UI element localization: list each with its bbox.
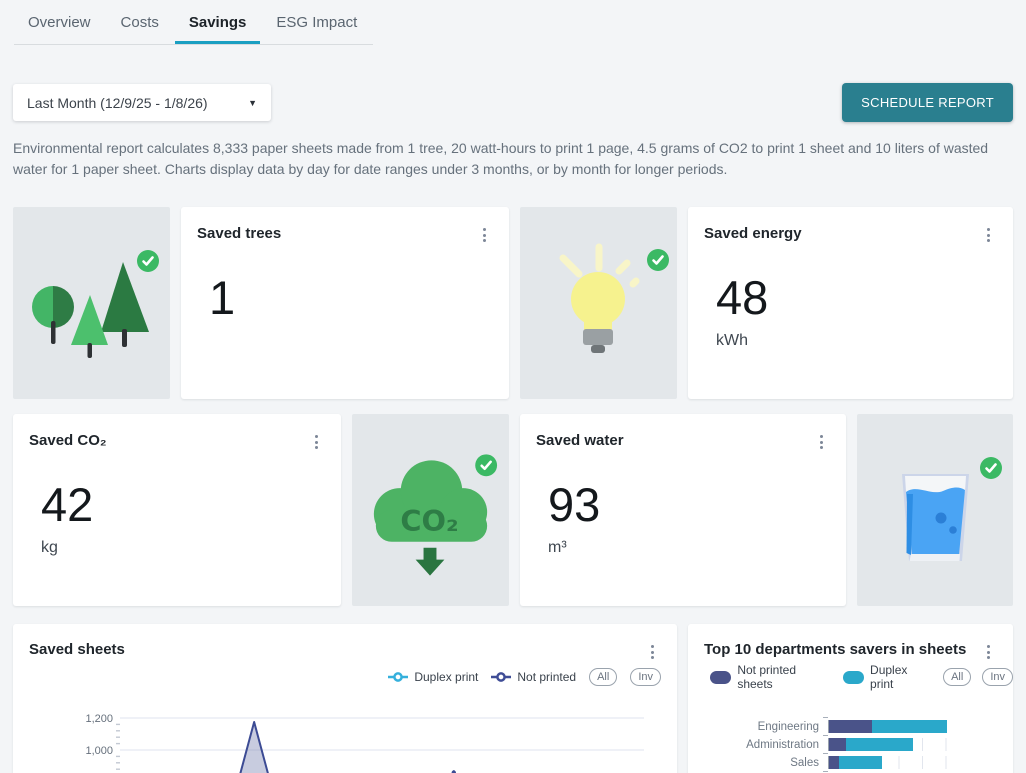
metric-unit: m³ bbox=[548, 539, 830, 557]
top-departments-legend: Not printed sheets Duplex print All Inv bbox=[688, 668, 1013, 686]
esg-dashboard: Overview Costs Savings ESG Impact Last M… bbox=[0, 0, 1026, 773]
saved-co2-card: Saved CO₂ 42 kg bbox=[13, 414, 341, 606]
co2-cloud-illustration: CO₂ bbox=[352, 414, 509, 606]
card-title: Saved trees bbox=[197, 225, 493, 242]
tab-esg-impact[interactable]: ESG Impact bbox=[262, 0, 371, 44]
card-title: Saved water bbox=[536, 432, 830, 449]
check-badge-icon bbox=[647, 249, 669, 271]
metric-value: 93 bbox=[548, 477, 830, 532]
report-description: Environmental report calculates 8,333 pa… bbox=[13, 138, 1003, 180]
bar-segment[interactable] bbox=[846, 738, 913, 751]
card-title: Saved energy bbox=[704, 225, 997, 242]
tab-overview[interactable]: Overview bbox=[14, 0, 105, 44]
energy-illustration-tile bbox=[520, 207, 677, 399]
co2-illustration-tile: CO₂ bbox=[352, 414, 509, 606]
metric-value: 48 bbox=[716, 270, 997, 325]
saved-sheets-card: Saved sheets Duplex print Not printed bbox=[13, 624, 677, 773]
saved-sheets-chart: 1,200 1,000 bbox=[13, 711, 677, 773]
swatch-icon bbox=[710, 671, 731, 684]
check-badge-icon bbox=[475, 454, 497, 476]
dept-bar-row: Sales bbox=[688, 756, 1013, 769]
metric-value: 42 bbox=[41, 477, 325, 532]
dept-label: Administration bbox=[688, 739, 828, 751]
bar-segment[interactable] bbox=[829, 756, 839, 769]
tab-costs[interactable]: Costs bbox=[107, 0, 173, 44]
chart-title: Top 10 departments savers in sheets bbox=[704, 641, 1013, 658]
tab-bar: Overview Costs Savings ESG Impact bbox=[14, 0, 373, 45]
y-tick-label: 1,000 bbox=[85, 745, 113, 757]
kebab-menu-icon[interactable] bbox=[309, 434, 323, 450]
inv-button[interactable]: Inv bbox=[630, 668, 661, 686]
date-range-select[interactable]: Last Month (12/9/25 - 1/8/26) ▼ bbox=[13, 84, 271, 121]
legend-item-duplex-print[interactable]: Duplex print bbox=[388, 670, 478, 684]
bar-segment[interactable] bbox=[839, 756, 882, 769]
metric-unit bbox=[209, 332, 493, 350]
legend-item-duplex-print[interactable]: Duplex print bbox=[843, 663, 932, 691]
tab-savings[interactable]: Savings bbox=[175, 0, 261, 44]
check-badge-icon bbox=[137, 250, 159, 272]
saved-energy-card: Saved energy 48 kWh bbox=[688, 207, 1013, 399]
dept-label: Sales bbox=[688, 757, 828, 769]
toolbar: Last Month (12/9/25 - 1/8/26) ▼ SCHEDULE… bbox=[13, 83, 1013, 122]
line-marker-icon bbox=[491, 672, 511, 682]
co2-label: CO₂ bbox=[400, 504, 458, 538]
y-tick-label: 1,200 bbox=[85, 713, 113, 725]
dept-bar-row: Administration bbox=[688, 738, 1013, 751]
kebab-menu-icon[interactable] bbox=[645, 644, 659, 660]
lightbulb-illustration bbox=[520, 207, 677, 399]
trees-illustration bbox=[13, 207, 170, 399]
check-badge-icon bbox=[980, 457, 1002, 479]
legend-label: Duplex print bbox=[414, 670, 478, 684]
card-title: Saved CO₂ bbox=[29, 432, 325, 449]
metrics-row-2: Saved CO₂ 42 kg CO₂ bbox=[13, 414, 1013, 606]
dept-bar-track bbox=[828, 756, 969, 769]
kebab-menu-icon[interactable] bbox=[477, 227, 491, 243]
dept-label: Engineering bbox=[688, 721, 828, 733]
all-button[interactable]: All bbox=[589, 668, 617, 686]
legend-label: Not printed sheets bbox=[737, 663, 831, 691]
saved-sheets-legend: Duplex print Not printed All Inv bbox=[13, 668, 677, 686]
dept-bar-row: Engineering bbox=[688, 720, 1013, 733]
legend-label: Duplex print bbox=[870, 663, 932, 691]
top-departments-card: Top 10 departments savers in sheets Not … bbox=[688, 624, 1013, 773]
chart-title: Saved sheets bbox=[29, 641, 677, 658]
inv-button[interactable]: Inv bbox=[982, 668, 1013, 686]
dept-bar-track bbox=[828, 720, 969, 733]
metric-unit: kg bbox=[41, 539, 325, 557]
water-glass-illustration bbox=[857, 414, 1013, 606]
swatch-icon bbox=[843, 671, 864, 684]
dept-bar-track bbox=[828, 738, 969, 751]
top-departments-chart: Engineering Administration Sales bbox=[688, 720, 1013, 769]
water-illustration-tile bbox=[857, 414, 1013, 606]
date-range-value: Last Month (12/9/25 - 1/8/26) bbox=[27, 95, 208, 111]
kebab-menu-icon[interactable] bbox=[814, 434, 828, 450]
metric-value: 1 bbox=[209, 270, 493, 325]
legend-label: Not printed bbox=[517, 670, 576, 684]
line-marker-icon bbox=[388, 672, 408, 682]
chevron-down-icon: ▼ bbox=[248, 98, 257, 108]
schedule-report-button[interactable]: SCHEDULE REPORT bbox=[842, 83, 1013, 122]
bar-segment[interactable] bbox=[829, 738, 846, 751]
saved-water-card: Saved water 93 m³ bbox=[520, 414, 846, 606]
metric-unit: kWh bbox=[716, 332, 997, 350]
legend-item-not-printed-sheets[interactable]: Not printed sheets bbox=[710, 663, 832, 691]
legend-item-not-printed[interactable]: Not printed bbox=[491, 670, 576, 684]
trees-illustration-tile bbox=[13, 207, 170, 399]
all-button[interactable]: All bbox=[943, 668, 971, 686]
metrics-row-1: Saved trees 1 bbox=[13, 207, 1013, 399]
saved-trees-card: Saved trees 1 bbox=[181, 207, 509, 399]
bar-segment[interactable] bbox=[829, 720, 872, 733]
kebab-menu-icon[interactable] bbox=[981, 644, 995, 660]
charts-row: Saved sheets Duplex print Not printed bbox=[13, 624, 1013, 773]
kebab-menu-icon[interactable] bbox=[981, 227, 995, 243]
bar-segment[interactable] bbox=[872, 720, 946, 733]
